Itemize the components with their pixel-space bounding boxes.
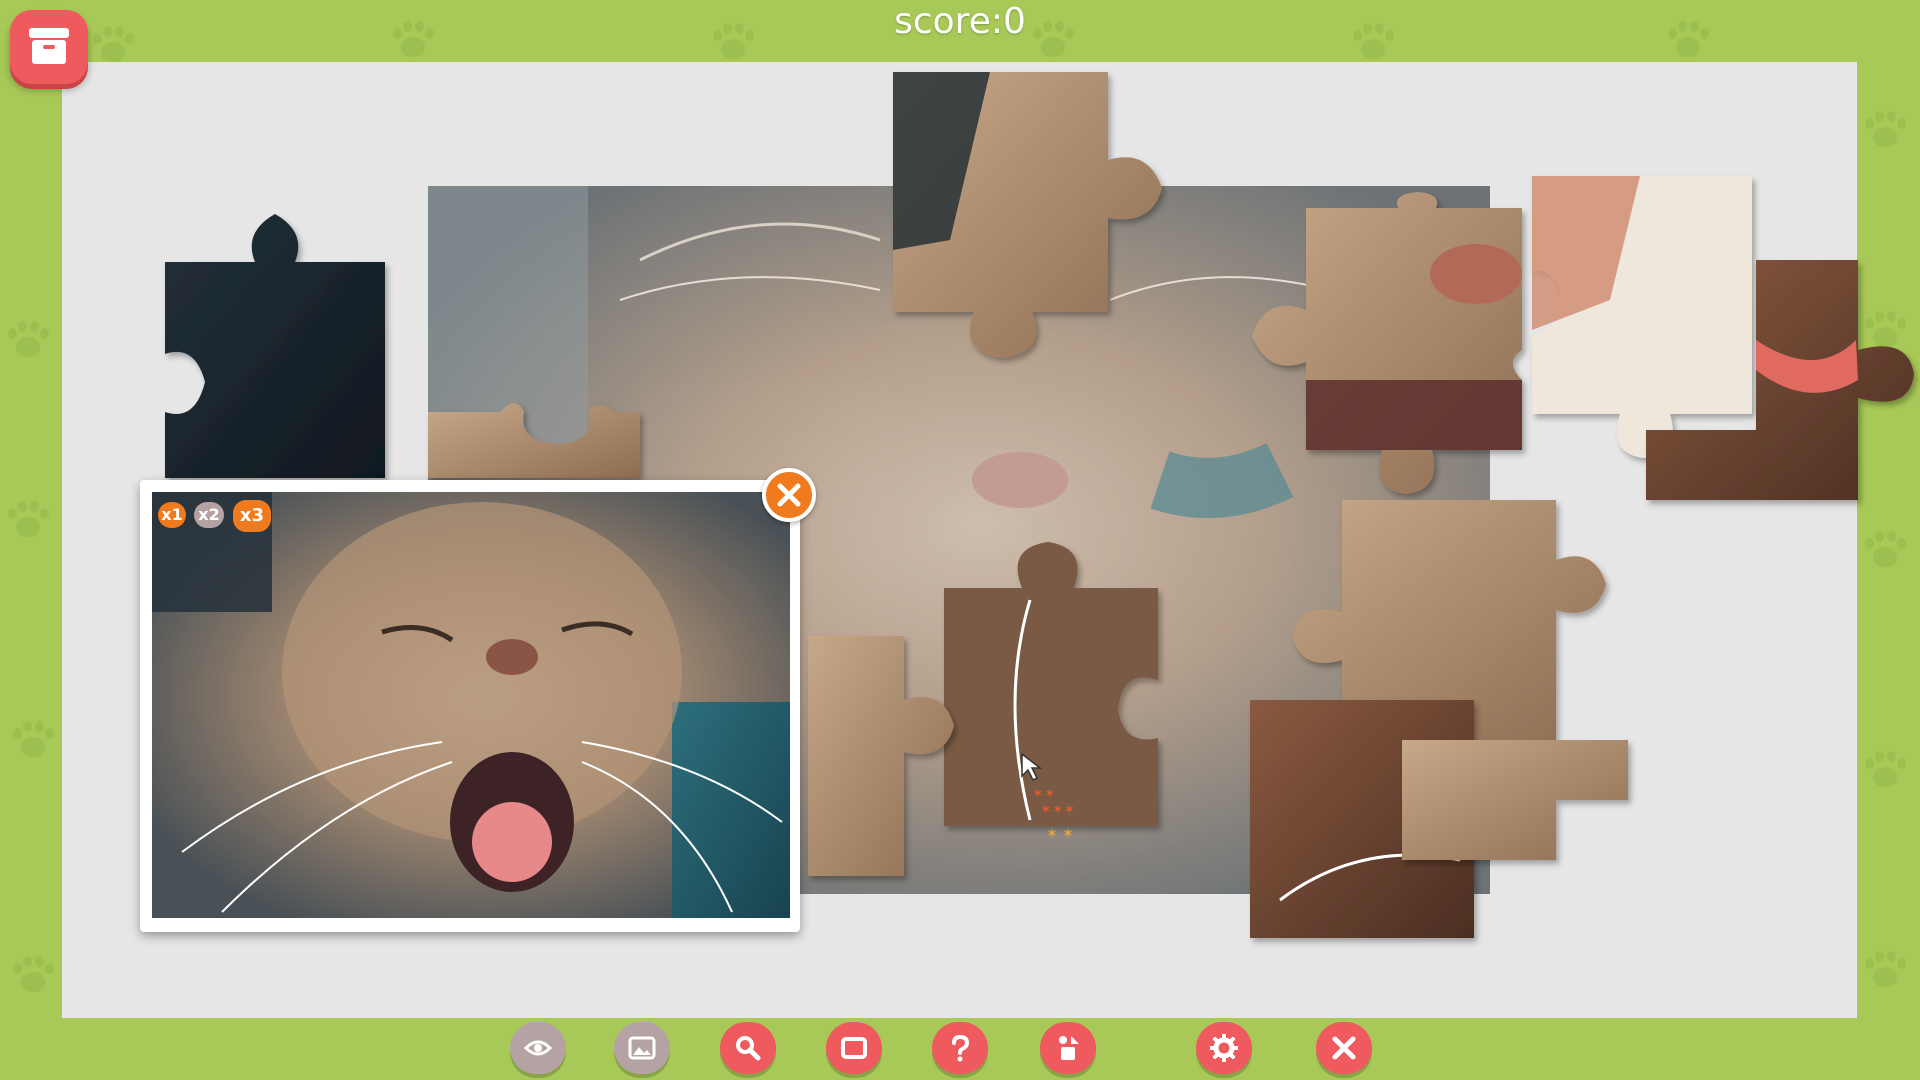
square-icon — [841, 1037, 867, 1059]
eye-icon — [524, 1040, 552, 1056]
preview-window[interactable]: x1 x2 x3 — [140, 480, 800, 932]
window-button[interactable] — [826, 1022, 882, 1074]
cursor-icon — [1021, 752, 1043, 782]
background-image-button[interactable] — [614, 1022, 670, 1074]
multiplier-x1-badge: x1 — [158, 502, 186, 528]
zoom-button[interactable] — [720, 1022, 776, 1074]
shapes-icon — [1059, 1036, 1079, 1060]
preview-eye-button[interactable] — [510, 1022, 566, 1074]
sparkle-icon: ✶ ✶ — [1046, 826, 1074, 842]
exit-button[interactable] — [1316, 1022, 1372, 1074]
scatter-pieces-button[interactable] — [1040, 1022, 1096, 1074]
multiplier-x3-badge: x3 — [233, 500, 271, 532]
image-icon — [628, 1036, 656, 1060]
puzzle-piece[interactable] — [1402, 740, 1628, 860]
close-icon — [1332, 1036, 1356, 1060]
multiplier-x2-badge: x2 — [194, 502, 224, 528]
question-icon — [952, 1034, 970, 1062]
magnifier-icon — [736, 1036, 761, 1061]
sparkle-icon: ✶✶✶ — [1040, 802, 1076, 818]
sparkle-icon: ✶✶ — [1032, 786, 1056, 802]
preview-close-button[interactable] — [762, 468, 816, 522]
settings-button[interactable] — [1196, 1022, 1252, 1074]
preview-image — [152, 492, 790, 918]
puzzle-piece[interactable] — [165, 214, 385, 478]
help-button[interactable] — [932, 1022, 988, 1074]
close-icon — [777, 483, 801, 507]
gear-icon — [1210, 1034, 1238, 1062]
